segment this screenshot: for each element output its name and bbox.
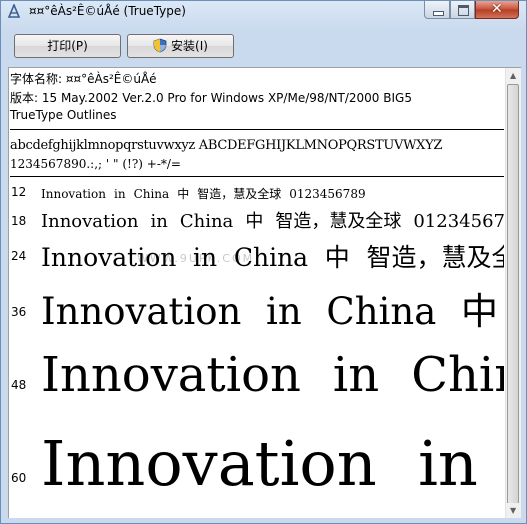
window-title: ¤¤°êÀs²Ê©úÅé (TrueType) (29, 4, 186, 18)
scroll-down-button[interactable]: ▼ (506, 503, 521, 518)
sample-text: Innovation in China (41, 427, 504, 500)
scroll-up-icon: ▲ (510, 71, 517, 80)
maximize-button[interactable] (450, 1, 475, 19)
scroll-up-button[interactable]: ▲ (506, 68, 521, 83)
scroll-down-icon: ▼ (510, 506, 517, 515)
sample-row-18: 18 Innovation in China 中 智造，慧及全球 0123456… (9, 204, 504, 234)
size-label: 36 (11, 305, 27, 319)
font-file-icon (7, 4, 21, 18)
sample-text: Innovation in China (41, 347, 504, 403)
scrollbar-thumb[interactable] (507, 84, 519, 504)
divider (10, 129, 504, 130)
size-label: 18 (11, 214, 27, 228)
divider (10, 176, 504, 177)
sample-row-60: 60 Innovation in China (9, 420, 504, 518)
size-label: 48 (11, 378, 27, 392)
minimize-button[interactable] (424, 1, 450, 19)
font-name-line: 字体名称: ¤¤°êÀs²Ê©úÅé (10, 72, 157, 86)
sample-text: Innovation in China 中 智造，慧及全球 0123456789 (41, 211, 504, 232)
sample-row-36: 36 Innovation in China 中 智造 (9, 278, 504, 344)
sample-text: Innovation in China 中 智造，慧及全球 0123456789 (41, 187, 366, 201)
size-label: 12 (11, 185, 27, 199)
size-label: 24 (11, 249, 27, 263)
size-label: 60 (11, 471, 27, 485)
font-preview-pane[interactable]: 字体名称: ¤¤°êÀs²Ê©úÅé 版本: 15 May.2002 Ver.2… (8, 67, 521, 518)
charset-digits-symbols: 1234567890.:,; ' " (!?) +-*/= (10, 157, 181, 171)
font-type-line: TrueType Outlines (10, 108, 117, 122)
sample-row-24: 24 Innovation in China 中 智造，慧及全球 (9, 234, 504, 278)
charset-letters: abcdefghijklmnopqrstuvwxyz ABCDEFGHIJKLM… (10, 138, 443, 153)
print-button-label: 打印(P) (47, 39, 88, 53)
sample-text: Innovation in China 中 智造 (41, 290, 504, 333)
minimize-icon (433, 11, 444, 16)
maximize-icon (458, 5, 469, 16)
sample-text: Innovation in China 中 智造，慧及全球 (41, 243, 504, 272)
sample-row-12: 12 Innovation in China 中 智造，慧及全球 0123456… (9, 180, 504, 204)
font-version-line: 版本: 15 May.2002 Ver.2.0 Pro for Windows … (10, 91, 412, 105)
title-bar[interactable]: ¤¤°êÀs²Ê©úÅé (TrueType) ✕ (1, 1, 526, 23)
font-viewer-window: ¤¤°êÀs²Ê©úÅé (TrueType) ✕ 打印(P) 安装(I) 字体… (0, 0, 527, 524)
vertical-scrollbar[interactable]: ▲ ▼ (505, 68, 521, 518)
install-button-label: 安装(I) (171, 39, 208, 53)
close-button[interactable]: ✕ (475, 1, 519, 19)
sample-row-48: 48 Innovation in China (9, 344, 504, 420)
close-icon: ✕ (491, 1, 503, 17)
install-button[interactable]: 安装(I) (127, 34, 234, 58)
uac-shield-icon (153, 38, 167, 53)
print-button[interactable]: 打印(P) (14, 34, 121, 58)
